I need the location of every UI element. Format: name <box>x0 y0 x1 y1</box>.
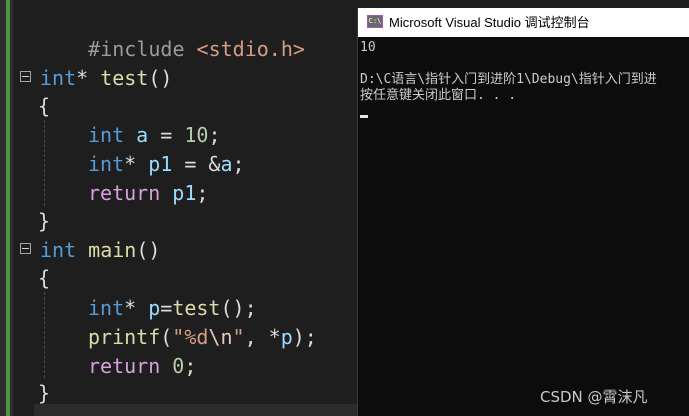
function-call: test <box>172 296 221 320</box>
code-line-include[interactable]: #include <stdio.h> <box>40 7 305 61</box>
number-literal: 10 <box>184 123 209 147</box>
parens: () <box>148 66 173 90</box>
preprocessor-directive: #include <box>88 37 185 61</box>
function-name: main <box>88 238 137 262</box>
call-end: ); <box>292 325 317 349</box>
keyword-return: return <box>88 354 161 378</box>
operator: * <box>124 296 137 320</box>
parens: () <box>136 238 161 262</box>
close-brace: } <box>38 381 51 405</box>
operator: = <box>160 296 173 320</box>
code-line-main-signature[interactable]: int main() <box>40 236 160 264</box>
operator: = <box>148 123 185 147</box>
debug-console-window[interactable]: C:\ Microsoft Visual Studio 调试控制台 10 D:\… <box>357 8 689 416</box>
indent-guide <box>44 292 45 378</box>
code-line-main-3[interactable]: return 0; <box>88 352 196 380</box>
code-line-main-1[interactable]: int* p=test(); <box>88 294 257 322</box>
semicolon: ; <box>196 181 209 205</box>
open-brace: { <box>38 266 51 290</box>
string-literal: "%d <box>172 325 209 349</box>
operator: , * <box>244 325 281 349</box>
variable: p <box>280 325 293 349</box>
code-line-test-1[interactable]: int a = 10; <box>88 121 220 149</box>
string-literal: " <box>232 325 245 349</box>
code-line-test-signature[interactable]: int* test() <box>40 64 172 92</box>
console-app-icon: C:\ <box>367 15 383 28</box>
semicolon: ; <box>184 354 197 378</box>
open-brace: { <box>38 94 51 118</box>
console-output-line: 10 <box>360 40 376 55</box>
close-brace: } <box>38 209 51 233</box>
keyword: int <box>88 152 125 176</box>
operator: = & <box>172 152 221 176</box>
console-title: Microsoft Visual Studio 调试控制台 <box>389 15 590 30</box>
escape-sequence: \n <box>208 325 233 349</box>
keyword: int <box>40 238 77 262</box>
function-call: printf <box>88 325 161 349</box>
variable: p1 <box>148 152 173 176</box>
keyword: int <box>88 296 125 320</box>
variable: p <box>148 296 161 320</box>
operator: * <box>76 66 89 90</box>
console-cursor <box>360 115 368 118</box>
operator: * <box>124 152 137 176</box>
keyword: int <box>40 66 77 90</box>
call-end: (); <box>220 296 257 320</box>
header-name: <stdio.h> <box>196 37 305 61</box>
console-output-line: D:\C语言\指针入门到进阶1\Debug\指针入门到进 <box>360 72 657 87</box>
console-title-bar[interactable]: C:\ Microsoft Visual Studio 调试控制台 <box>358 8 689 37</box>
collapse-main-toggle-icon[interactable] <box>20 243 31 254</box>
number-literal: 0 <box>172 354 185 378</box>
function-name: test <box>100 66 149 90</box>
indent-guide <box>44 120 45 206</box>
keyword: int <box>88 123 125 147</box>
code-line-test-3[interactable]: return p1; <box>88 179 208 207</box>
editor-scroll-edge <box>34 404 364 416</box>
console-output-line: 按任意键关闭此窗口. . . <box>360 88 517 103</box>
variable: p1 <box>172 181 197 205</box>
semicolon: ; <box>208 123 221 147</box>
watermark: CSDN @霄沫凡 <box>540 388 648 406</box>
keyword-return: return <box>88 181 161 205</box>
code-line-main-2[interactable]: printf("%d\n", *p); <box>88 323 317 351</box>
change-indicator-bar <box>6 0 10 416</box>
variable: a <box>136 123 149 147</box>
code-line-test-2[interactable]: int* p1 = &a; <box>88 150 245 178</box>
collapse-test-toggle-icon[interactable] <box>20 71 31 82</box>
paren: ( <box>160 325 173 349</box>
variable: a <box>220 152 233 176</box>
semicolon: ; <box>232 152 245 176</box>
